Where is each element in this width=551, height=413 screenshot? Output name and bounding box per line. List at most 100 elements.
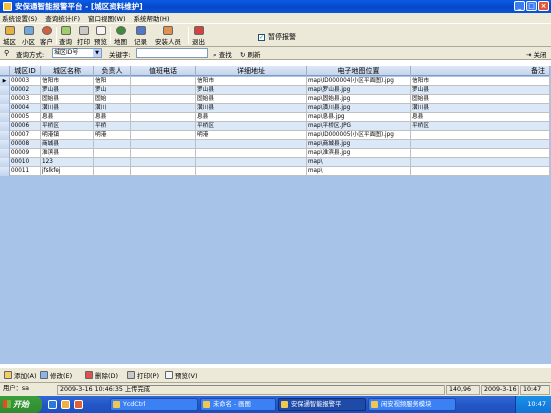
row-selector[interactable]	[0, 113, 10, 122]
table-cell[interactable]: 息县	[411, 113, 550, 122]
table-cell[interactable]	[411, 158, 550, 167]
table-cell[interactable]: map\固始县.jpg	[307, 95, 411, 104]
table-cell[interactable]	[196, 140, 307, 149]
installers-button[interactable]: 安装人员	[155, 25, 181, 46]
column-header[interactable]: 详细地址	[196, 66, 307, 76]
table-cell[interactable]: 00004	[10, 104, 41, 113]
table-cell[interactable]	[131, 86, 196, 95]
table-cell[interactable]: 罗山县	[196, 86, 307, 95]
row-selector[interactable]	[0, 140, 10, 149]
table-row[interactable]: 00007 明港镇 明港 明港 map\ID000005(小区平面图).jpg	[0, 131, 550, 140]
folder-icon[interactable]	[61, 400, 70, 409]
table-cell[interactable]: 00006	[10, 122, 41, 131]
table-cell[interactable]: 00005	[10, 113, 41, 122]
table-cell[interactable]	[196, 149, 307, 158]
preview-button[interactable]: 预览	[94, 25, 107, 46]
community-button[interactable]: 小区	[22, 25, 35, 46]
ie-icon[interactable]	[48, 400, 57, 409]
table-row[interactable]: 00008 商城县 map\商城县.jpg	[0, 140, 550, 149]
query-button[interactable]: 查询	[59, 25, 72, 46]
table-cell[interactable]	[411, 140, 550, 149]
table-row[interactable]: 00011 jfslkfej map\	[0, 167, 550, 176]
table-cell[interactable]: 潢川	[94, 104, 131, 113]
table-cell[interactable]: 息县	[94, 113, 131, 122]
table-cell[interactable]	[411, 149, 550, 158]
minimize-button[interactable]: _	[514, 1, 525, 11]
table-cell[interactable]	[411, 167, 550, 176]
table-cell[interactable]: 信阳	[94, 77, 131, 86]
table-cell[interactable]: 固始县	[41, 95, 94, 104]
table-cell[interactable]: 平桥区	[411, 122, 550, 131]
table-cell[interactable]: 00007	[10, 131, 41, 140]
column-header[interactable]: 城区ID	[10, 66, 41, 76]
table-cell[interactable]	[131, 122, 196, 131]
table-row[interactable]: 00006 平桥区 平桥 平桥区 map\平桥区.JPG 平桥区	[0, 122, 550, 131]
row-selector[interactable]	[0, 131, 10, 140]
table-cell[interactable]	[131, 149, 196, 158]
table-cell[interactable]	[131, 131, 196, 140]
task-video-service[interactable]: 闲安视频服务模块	[368, 398, 456, 411]
row-selector[interactable]	[0, 158, 10, 167]
close-window-button[interactable]: ×	[538, 1, 549, 11]
print-button[interactable]: 打印	[77, 25, 90, 46]
table-cell[interactable]: map\ID000005(小区平面图).jpg	[307, 131, 411, 140]
table-cell[interactable]: 00003	[10, 77, 41, 86]
table-cell[interactable]: 固始	[94, 95, 131, 104]
menu-window-view[interactable]: 窗口视图(W)	[88, 13, 126, 23]
table-cell[interactable]: map\	[307, 158, 411, 167]
edit-button[interactable]: 修改(E)	[40, 370, 72, 380]
table-cell[interactable]: 00010	[10, 158, 41, 167]
table-row[interactable]: 00004 潢川县 潢川 潢川县 map\潢川县.jpg 潢川县	[0, 104, 550, 113]
column-header[interactable]: 城区名称	[41, 66, 94, 76]
table-row[interactable]: 00009 淮滨县 map\淮滨县.jpg	[0, 149, 550, 158]
exit-button[interactable]: 退出	[192, 25, 205, 46]
table-cell[interactable]: jfslkfej	[41, 167, 94, 176]
row-selector[interactable]	[0, 104, 10, 113]
table-cell[interactable]	[94, 158, 131, 167]
query-mode-select[interactable]: 城区ID号 ▼	[52, 48, 102, 58]
add-button[interactable]: 添加(A)	[4, 370, 37, 380]
table-cell[interactable]: 息县	[196, 113, 307, 122]
table-cell[interactable]	[131, 140, 196, 149]
task-paint[interactable]: 未命名 - 画图	[200, 398, 276, 411]
preview-action-button[interactable]: 预览(V)	[165, 370, 198, 380]
menu-system-settings[interactable]: 系统设置(S)	[2, 13, 37, 23]
row-selector[interactable]	[0, 86, 10, 95]
table-cell[interactable]	[94, 140, 131, 149]
media-icon[interactable]	[74, 400, 83, 409]
menu-query-stats[interactable]: 查询统计(F)	[45, 13, 80, 23]
refresh-button[interactable]: ↻ 刷新	[240, 49, 261, 59]
table-cell[interactable]: 罗山	[94, 86, 131, 95]
menu-system-help[interactable]: 系统帮助(H)	[134, 13, 170, 23]
table-cell[interactable]	[131, 113, 196, 122]
table-cell[interactable]: map\平桥区.JPG	[307, 122, 411, 131]
row-selector[interactable]	[0, 95, 10, 104]
task-ycdctrl[interactable]: YcdCtrl	[110, 398, 198, 411]
table-cell[interactable]: 00008	[10, 140, 41, 149]
table-cell[interactable]: 固始县	[196, 95, 307, 104]
delete-button[interactable]: 删除(D)	[85, 370, 118, 380]
table-cell[interactable]	[131, 158, 196, 167]
table-cell[interactable]	[411, 131, 550, 140]
close-panel-button[interactable]: ⇥ 关闭	[526, 49, 547, 59]
table-cell[interactable]: 潢川县	[196, 104, 307, 113]
table-cell[interactable]: 固始县	[411, 95, 550, 104]
table-cell[interactable]: 信阳市	[196, 77, 307, 86]
table-cell[interactable]	[131, 167, 196, 176]
task-alarm-platform[interactable]: 安保通智能报警平	[278, 398, 366, 411]
table-cell[interactable]	[196, 167, 307, 176]
table-row[interactable]: ▶ 00003 信阳市 信阳 信阳市 map\ID000004(小区平面图).jpg 信阳市	[0, 77, 550, 86]
table-row[interactable]: 00005 息县 息县 息县 map\息县.jpg 息县	[0, 113, 550, 122]
keyword-input[interactable]	[136, 48, 208, 58]
row-selector[interactable]	[0, 122, 10, 131]
table-cell[interactable]: 罗山县	[41, 86, 94, 95]
table-cell[interactable]: 00011	[10, 167, 41, 176]
pause-alarm-checkbox[interactable]: ✓	[258, 33, 265, 41]
table-cell[interactable]: 明港	[196, 131, 307, 140]
table-cell[interactable]: 淮滨县	[41, 149, 94, 158]
table-cell[interactable]: 平桥	[94, 122, 131, 131]
table-row[interactable]: 00010 123 map\	[0, 158, 550, 167]
table-cell[interactable]: 息县	[41, 113, 94, 122]
column-header[interactable]: 电子地图位置	[307, 66, 411, 76]
map-button[interactable]: 地图	[114, 25, 127, 46]
